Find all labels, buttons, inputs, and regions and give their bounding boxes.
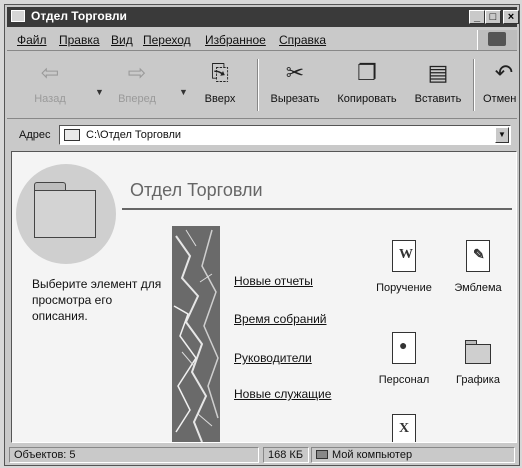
- back-button[interactable]: ⇦ Назад: [25, 57, 75, 113]
- folder-icon: [463, 332, 493, 368]
- folder-view: Отдел Торговли Выберите элемент для прос…: [11, 151, 517, 443]
- cut-button[interactable]: ✂ Вырезать: [265, 57, 325, 113]
- address-label: Адрес: [19, 129, 51, 141]
- file-item-poruchenie[interactable]: W Поручение: [370, 240, 438, 294]
- link-meeting-times[interactable]: Время собраний: [234, 312, 327, 326]
- document-icon: ●: [389, 332, 419, 368]
- toolbar-separator: [473, 59, 475, 111]
- image-doc-icon: ✎: [463, 240, 493, 276]
- menu-bar: Файл Правка Вид Переход Избранное Справк…: [7, 29, 517, 51]
- menu-help[interactable]: Справка: [279, 33, 326, 47]
- undo-button[interactable]: ↶ Отмен: [481, 57, 517, 113]
- explorer-window: Отдел Торговли _ □ × Файл Правка Вид Пер…: [4, 4, 520, 466]
- file-item-emblema[interactable]: ✎ Эмблема: [444, 240, 512, 294]
- copy-icon: ❐: [357, 60, 377, 85]
- menu-file[interactable]: Файл: [17, 33, 47, 47]
- forward-dropdown-icon[interactable]: ▼: [179, 87, 188, 97]
- close-button[interactable]: ×: [503, 10, 519, 24]
- address-bar: Адрес C:\Отдел Торговли ▼: [7, 123, 517, 149]
- clipboard-icon: ▤: [427, 60, 449, 85]
- folder-title: Отдел Торговли: [130, 180, 263, 200]
- file-item-grafika[interactable]: Графика: [444, 332, 512, 386]
- status-location: Мой компьютер: [311, 447, 515, 463]
- selection-description: Выберите элемент для просмотра его описа…: [32, 277, 162, 323]
- windows-logo-icon: [477, 30, 517, 50]
- link-new-employees[interactable]: Новые служащие: [234, 387, 331, 401]
- file-item-personal[interactable]: ● Персонал: [370, 332, 438, 386]
- copy-button[interactable]: ❐ Копировать: [333, 57, 401, 113]
- menu-edit[interactable]: Правка: [59, 33, 100, 47]
- forward-button[interactable]: ⇨ Вперед: [111, 57, 163, 113]
- folder-up-icon: ⎘: [211, 60, 229, 85]
- large-folder-icon: [16, 164, 116, 264]
- address-value: C:\Отдел Торговли: [86, 129, 182, 141]
- maximize-button[interactable]: □: [485, 10, 501, 24]
- excel-doc-icon: X: [389, 414, 419, 442]
- file-item-excel[interactable]: X: [370, 414, 438, 442]
- title-divider: [122, 208, 512, 210]
- toolbar-separator: [257, 59, 259, 111]
- toolbar: ⇦ Назад ▼ ⇨ Вперед ▼ ⎘ Вверх ✂ Вырезать …: [7, 53, 517, 119]
- scissors-icon: ✂: [285, 60, 305, 85]
- folder-icon: [11, 10, 25, 22]
- address-field[interactable]: C:\Отдел Торговли ▼: [59, 125, 511, 145]
- status-size: 168 КБ: [263, 447, 309, 463]
- marble-banner-image: [172, 226, 220, 442]
- minimize-button[interactable]: _: [469, 10, 485, 24]
- menu-view[interactable]: Вид: [111, 33, 133, 47]
- arrow-right-icon: ⇨: [127, 60, 147, 85]
- status-object-count: Объектов: 5: [9, 447, 259, 463]
- window-title: Отдел Торговли: [31, 9, 127, 23]
- arrow-left-icon: ⇦: [40, 60, 60, 85]
- back-dropdown-icon[interactable]: ▼: [95, 87, 104, 97]
- menu-go[interactable]: Переход: [143, 33, 191, 47]
- up-button[interactable]: ⎘ Вверх: [197, 57, 243, 113]
- folder-icon: [64, 129, 80, 141]
- menu-favorites[interactable]: Избранное: [205, 33, 266, 47]
- link-managers[interactable]: Руководители: [234, 351, 312, 365]
- undo-icon: ↶: [494, 60, 514, 85]
- computer-icon: [316, 450, 328, 459]
- link-new-reports[interactable]: Новые отчеты: [234, 274, 313, 288]
- status-bar: Объектов: 5 168 КБ Мой компьютер: [7, 445, 517, 465]
- address-dropdown-icon[interactable]: ▼: [495, 127, 509, 143]
- title-bar[interactable]: Отдел Торговли _ □ ×: [7, 7, 519, 27]
- word-doc-icon: W: [389, 240, 419, 276]
- paste-button[interactable]: ▤ Вставить: [409, 57, 467, 113]
